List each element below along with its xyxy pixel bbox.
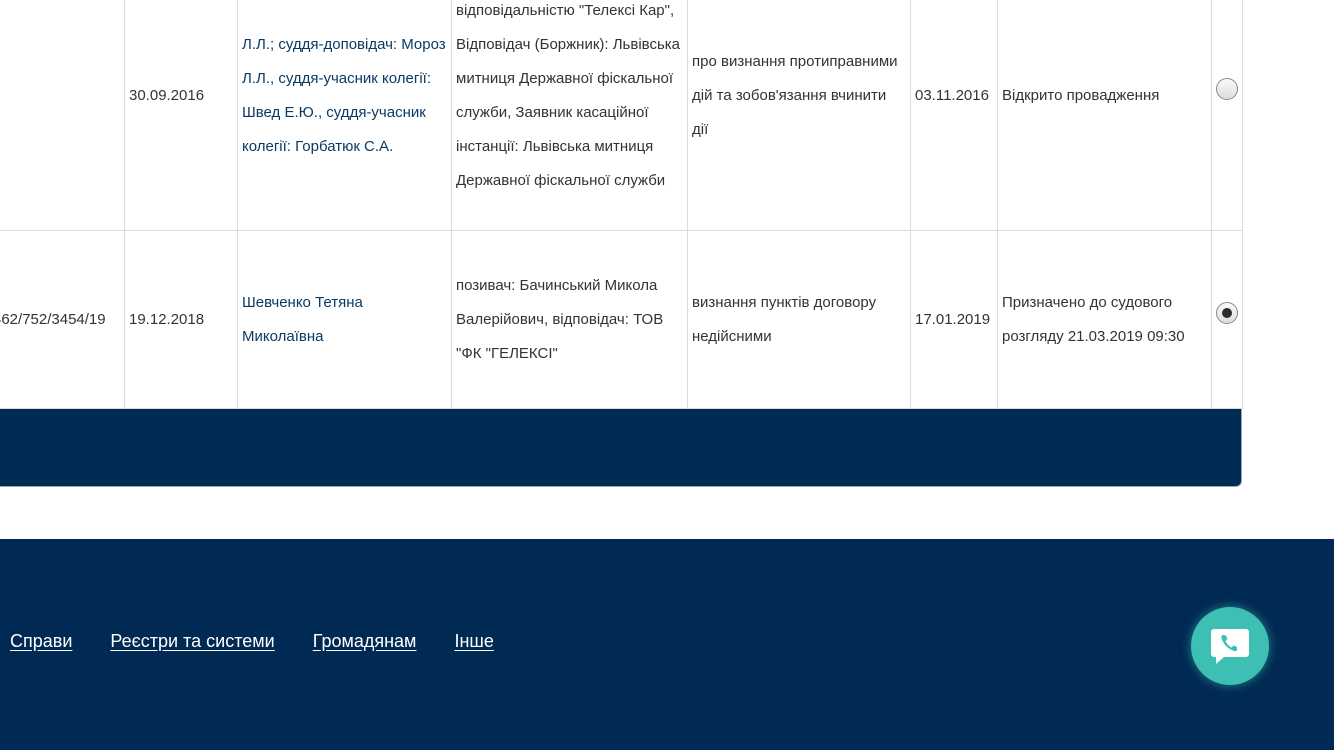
footer-nav: Справи Реєстри та системи Громадянам Інш… [10,631,494,652]
status-cell: Відкрито провадження [997,0,1212,231]
chat-button[interactable] [1191,607,1269,685]
date-cell: 19.12.2018 [124,230,238,409]
cases-table: 30.09.2016 Л.Л.; суддя-доповідач: Мороз … [0,0,1243,409]
status-cell: Призначено до судового розгляду 21.03.20… [997,230,1212,409]
judges-cell[interactable]: Л.Л.; суддя-доповідач: Мороз Л.Л., суддя… [237,0,452,231]
row-select-radio[interactable] [1216,78,1238,100]
footer-link-registries[interactable]: Реєстри та системи [110,631,274,652]
subject-cell: визнання пунктів договору недійсними [687,230,911,409]
registered-date-cell: 03.11.2016 [910,0,998,231]
footer-link-other[interactable]: Інше [454,631,493,652]
subject-cell: про визнання протиправними дій та зобов'… [687,0,911,231]
case-number-cell: 462/752/3454/19 [0,230,125,409]
site-footer: Справи Реєстри та системи Громадянам Інш… [0,539,1334,750]
select-cell [1211,0,1243,231]
page: 30.09.2016 Л.Л.; суддя-доповідач: Мороз … [0,0,1334,750]
parties-cell: відповідальністю "Телексі Кар", Відповід… [451,0,688,231]
footer-link-cases[interactable]: Справи [10,631,72,652]
date-cell: 30.09.2016 [124,0,238,231]
registered-date-cell: 17.01.2019 [910,230,998,409]
select-cell [1211,230,1243,409]
footer-link-citizens[interactable]: Громадянам [313,631,417,652]
judges-cell[interactable]: Шевченко Тетяна Миколаївна [237,230,452,409]
table-footer-bar [0,409,1242,487]
table-row[interactable]: 462/752/3454/19 19.12.2018 Шевченко Тетя… [0,230,1243,409]
parties-cell: позивач: Бачинський Микола Валерійович, … [451,230,688,409]
phone-chat-icon [1211,629,1249,664]
row-select-radio[interactable] [1216,302,1238,324]
table-row[interactable]: 30.09.2016 Л.Л.; суддя-доповідач: Мороз … [0,0,1243,231]
case-number-cell [0,0,125,231]
